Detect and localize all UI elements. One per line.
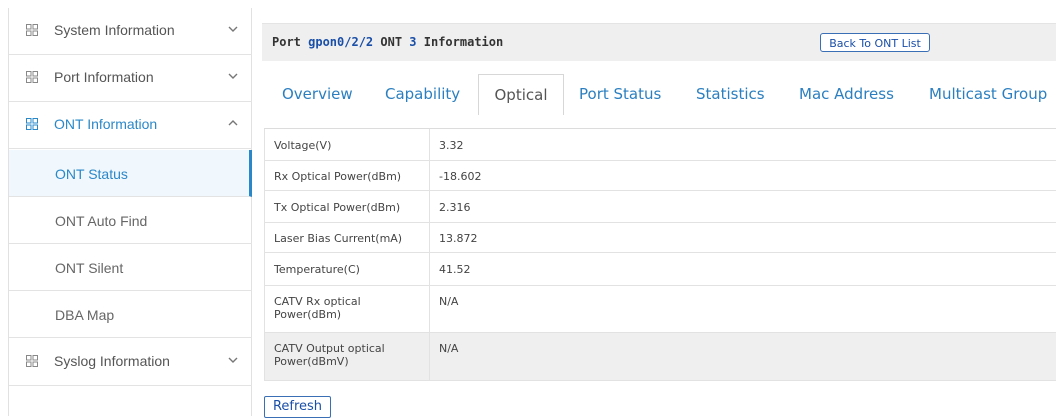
sidebar-group-label: ONT Information <box>54 116 158 132</box>
refresh-button[interactable]: Refresh <box>264 396 331 418</box>
table-row: CATV Rx optical Power(dBm) N/A <box>264 286 1056 333</box>
tab-overview[interactable]: Overview <box>282 74 353 114</box>
sidebar-item-label: ONT Status <box>55 166 128 182</box>
sidebar-item-label: ONT Auto Find <box>55 213 148 229</box>
table-row: Temperature(C) 41.52 <box>264 253 1056 286</box>
table-row: CATV Output optical Power(dBmV) N/A <box>264 333 1056 381</box>
row-value: 3.32 <box>439 139 464 152</box>
row-value: 2.316 <box>439 201 471 214</box>
chevron-down-icon <box>228 357 238 363</box>
tab-capability[interactable]: Capability <box>385 74 460 114</box>
row-label: Tx Optical Power(dBm) <box>265 191 430 222</box>
sidebar-group-port-information[interactable]: Port Information <box>9 55 252 102</box>
grid-icon <box>26 24 38 36</box>
title-suffix: Information <box>416 35 504 49</box>
row-value: 41.52 <box>439 263 471 276</box>
sidebar-group-system-information[interactable]: System Information <box>9 8 252 55</box>
row-value: N/A <box>439 342 459 355</box>
page-title: Port gpon0/2/2 ONT 3 Information <box>272 35 503 49</box>
row-label: CATV Rx optical Power(dBm) <box>265 286 430 332</box>
grid-icon <box>26 71 38 83</box>
sidebar: System Information Port Information ONT … <box>8 8 252 416</box>
sidebar-item-label: ONT Silent <box>55 260 124 276</box>
sidebar-item-ont-status[interactable]: ONT Status <box>9 150 252 197</box>
sidebar-item-ont-silent[interactable]: ONT Silent <box>9 244 252 291</box>
row-value: -18.602 <box>439 170 482 183</box>
row-label: Laser Bias Current(mA) <box>265 223 430 252</box>
tab-statistics[interactable]: Statistics <box>696 74 765 114</box>
tab-port-status[interactable]: Port Status <box>579 74 661 114</box>
table-row: Laser Bias Current(mA) 13.872 <box>264 223 1056 253</box>
table-row: Voltage(V) 3.32 <box>264 129 1056 161</box>
sidebar-item-label: DBA Map <box>55 307 115 323</box>
row-value: 13.872 <box>439 232 478 245</box>
chevron-down-icon <box>228 26 238 32</box>
optical-info-table: Voltage(V) 3.32 Rx Optical Power(dBm) -1… <box>264 128 1056 381</box>
table-row: Rx Optical Power(dBm) -18.602 <box>264 161 1056 191</box>
sidebar-item-ont-auto-find[interactable]: ONT Auto Find <box>9 197 252 244</box>
row-value: N/A <box>439 295 459 308</box>
ont-info-header: Port gpon0/2/2 ONT 3 Information Back To… <box>262 23 1056 61</box>
row-label: Voltage(V) <box>265 129 430 160</box>
tab-optical[interactable]: Optical <box>478 74 564 115</box>
sidebar-group-label: Port Information <box>54 69 154 85</box>
row-label: Rx Optical Power(dBm) <box>265 161 430 190</box>
title-ont: ONT <box>373 35 410 49</box>
chevron-down-icon <box>228 73 238 79</box>
grid-icon <box>26 355 38 367</box>
sidebar-group-syslog-information[interactable]: Syslog Information <box>9 339 252 386</box>
tab-multicast-group[interactable]: Multicast Group <box>929 74 1047 114</box>
tab-bar: Overview Capability Optical Port Status … <box>262 74 1056 115</box>
tab-mac-address[interactable]: Mac Address <box>799 74 894 114</box>
sidebar-group-ont-information[interactable]: ONT Information <box>9 102 252 149</box>
row-label: CATV Output optical Power(dBmV) <box>265 333 430 380</box>
chevron-up-icon <box>228 120 238 126</box>
sidebar-group-label: System Information <box>54 22 175 38</box>
grid-icon <box>26 118 38 130</box>
sidebar-item-dba-map[interactable]: DBA Map <box>9 291 252 338</box>
back-to-ont-list-button[interactable]: Back To ONT List <box>820 33 930 52</box>
title-prefix: Port <box>272 35 309 49</box>
sidebar-group-label: Syslog Information <box>54 353 170 369</box>
ont-id: 3 <box>409 35 417 49</box>
port-id: gpon0/2/2 <box>308 35 374 49</box>
row-label: Temperature(C) <box>265 253 430 285</box>
table-row: Tx Optical Power(dBm) 2.316 <box>264 191 1056 223</box>
